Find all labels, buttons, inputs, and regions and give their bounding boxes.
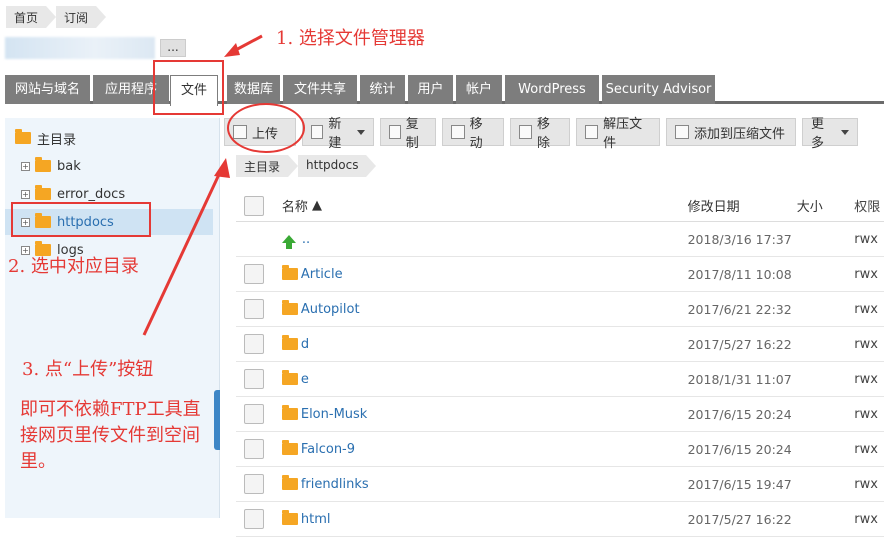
annotation-step1: 1. 选择文件管理器: [276, 28, 425, 49]
annotation-note: 即可不依赖FTP工具直接网页里传文件到空间里。: [20, 399, 201, 472]
arrowhead-icon: [224, 43, 240, 57]
annotation-step2: 2. 选中对应目录: [8, 256, 139, 277]
annotation-step3: 3. 点“上传”按钮: [22, 359, 154, 380]
arrow-to-upload: [142, 167, 224, 336]
arrowhead-icon: [214, 158, 230, 178]
